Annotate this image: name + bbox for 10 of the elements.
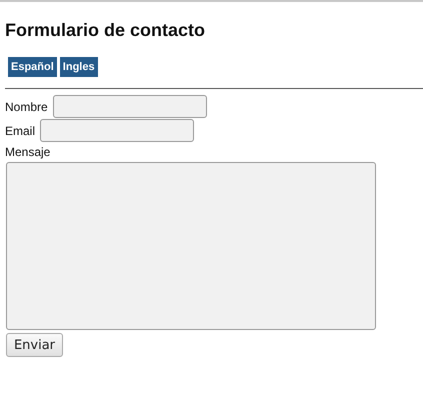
message-field[interactable] — [6, 162, 376, 330]
form-title: Formulario de contacto — [5, 19, 206, 41]
language-button[interactable]: Ingles — [60, 57, 98, 77]
field-label: Nombre — [5, 100, 48, 114]
submit-button[interactable]: Enviar — [6, 333, 63, 357]
field-label: Email — [5, 124, 36, 138]
input-field[interactable] — [40, 119, 194, 142]
input-field[interactable] — [52, 95, 207, 118]
field-label: Mensaje — [5, 145, 50, 159]
language-button[interactable]: Español — [8, 57, 57, 77]
